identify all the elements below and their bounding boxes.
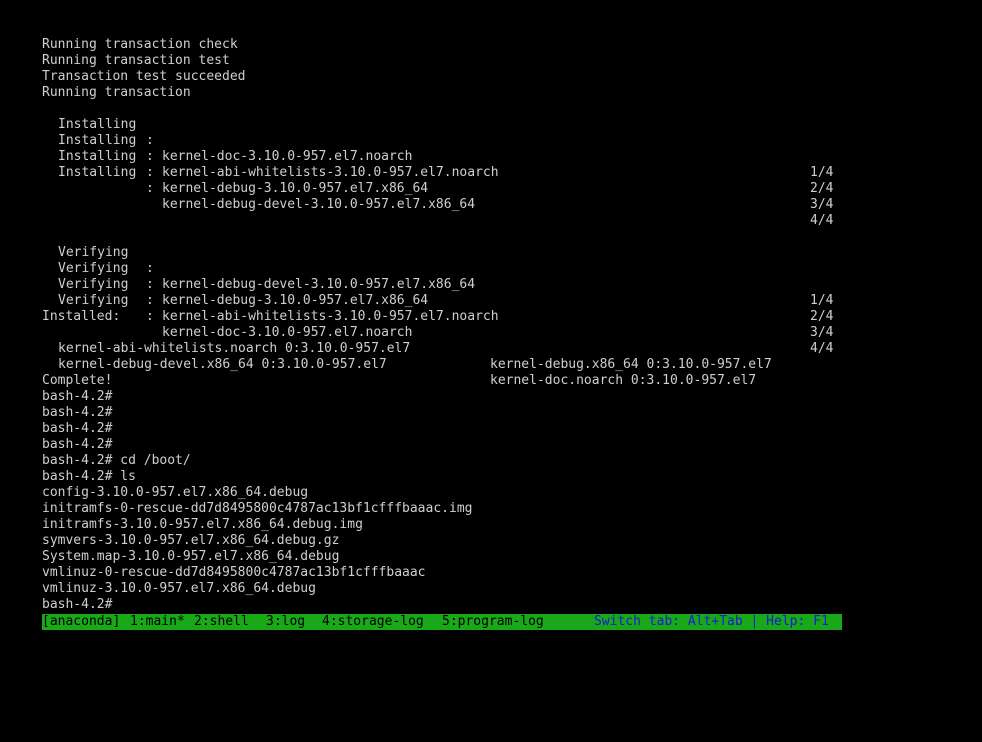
tab-storage-log[interactable]: 4:storage-log	[322, 614, 424, 630]
shell-command: bash-4.2# cd /boot/	[42, 453, 191, 468]
terminal-line: Running transaction	[42, 85, 191, 100]
installing-row: Installing : kernel-debug-devel-3.10.0-9…	[42, 149, 942, 228]
installed-row: kernel-abi-whitelists.noarch 0:3.10.0-95…	[42, 325, 942, 372]
ls-output-line: vmlinuz-3.10.0-957.el7.x86_64.debug	[42, 581, 316, 596]
complete-message: Complete!	[42, 373, 113, 388]
tab-shell[interactable]: 2:shell	[194, 614, 249, 630]
shell-command: bash-4.2# ls	[42, 469, 136, 484]
tab-log[interactable]: 3:log	[266, 614, 305, 630]
tab-program-log[interactable]: 5:program-log	[442, 614, 544, 630]
ls-output-line: initramfs-0-rescue-dd7d8495800c4787ac13b…	[42, 501, 473, 516]
ls-output-line: initramfs-3.10.0-957.el7.x86_64.debug.im…	[42, 517, 363, 532]
tab-main[interactable]: 1:main*	[130, 614, 185, 630]
installing-row: Installing : kernel-doc-3.10.0-957.el7.n…	[42, 101, 942, 180]
active-shell-prompt[interactable]: bash-4.2#	[42, 597, 942, 613]
shell-prompt: bash-4.2#	[42, 389, 113, 404]
terminal-line: Transaction test succeeded	[42, 69, 246, 84]
shell-prompt: bash-4.2#	[42, 405, 113, 420]
session-name: [anaconda]	[42, 614, 121, 629]
shell-prompt: bash-4.2#	[42, 421, 113, 436]
tmux-status-bar: [anaconda] 1:main* 2:shell 3:log 4:stora…	[42, 614, 842, 630]
installing-row: Installing : kernel-debug-3.10.0-957.el7…	[42, 133, 942, 212]
installed-row: kernel-debug-devel.x86_64 0:3.10.0-957.e…	[42, 341, 942, 388]
help-hint: Switch tab: Alt+Tab | Help: F1	[594, 614, 829, 629]
verifying-row: Verifying : kernel-abi-whitelists-3.10.0…	[42, 261, 942, 340]
verifying-row: Verifying : kernel-debug-devel-3.10.0-95…	[42, 229, 942, 308]
shell-prompt: bash-4.2#	[42, 437, 113, 452]
ls-output-line: symvers-3.10.0-957.el7.x86_64.debug.gz	[42, 533, 340, 548]
installing-row: Installing : kernel-abi-whitelists-3.10.…	[42, 117, 942, 196]
ls-output-line: vmlinuz-0-rescue-dd7d8495800c4787ac13bf1…	[42, 565, 426, 580]
verifying-row: Verifying : kernel-debug-3.10.0-957.el7.…	[42, 245, 942, 324]
terminal-line: Running transaction check	[42, 37, 238, 52]
terminal-line: Running transaction test	[42, 53, 230, 68]
ls-output-line: config-3.10.0-957.el7.x86_64.debug	[42, 485, 309, 500]
verifying-row: Verifying : kernel-doc-3.10.0-957.el7.no…	[42, 277, 942, 356]
terminal-output[interactable]: Running transaction check Running transa…	[42, 37, 942, 613]
ls-output-line: System.map-3.10.0-957.el7.x86_64.debug	[42, 549, 340, 564]
installed-header: Installed:	[42, 309, 121, 324]
